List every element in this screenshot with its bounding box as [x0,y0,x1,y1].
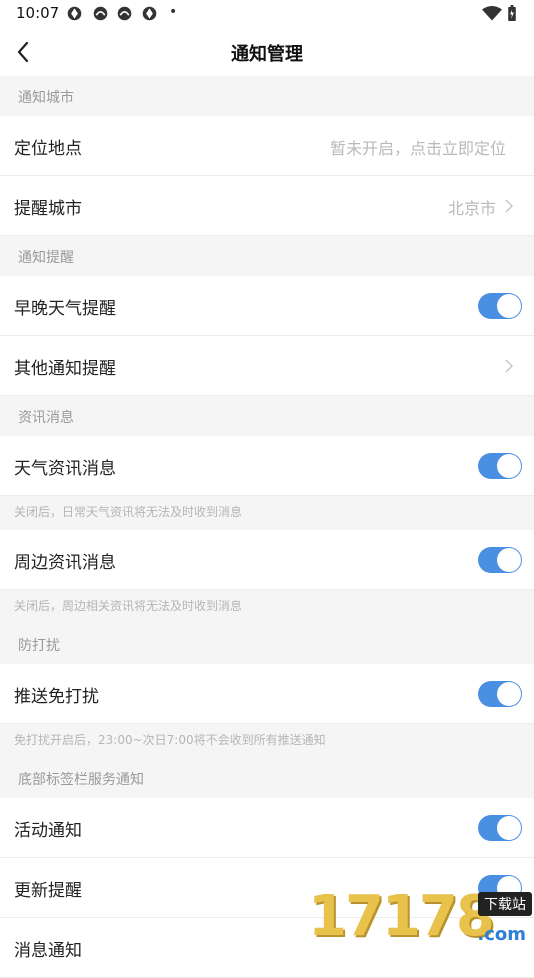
watermark-badge: 下载站 [478,892,532,916]
weather-news-toggle[interactable] [478,453,522,479]
row-nearby-news: 周边资讯消息 [0,530,534,590]
top-bar: 通知管理 [0,28,534,76]
row-push-dnd: 推送免打扰 [0,664,534,724]
status-dot: • [169,4,178,20]
chevron-right-icon [505,359,514,373]
notification-icon [67,6,82,21]
push-dnd-toggle[interactable] [478,681,522,707]
toggle-knob [497,682,521,706]
row-label: 消息通知 [14,941,82,961]
watermark-logo: 17178 下载站 .com [306,884,534,950]
toggle-knob [497,548,521,572]
status-bar: 10:07 • [0,0,534,28]
chevron-right-icon [505,199,514,213]
row-label: 定位地点 [14,139,82,159]
weather-reminder-toggle[interactable] [478,293,522,319]
settings-list: 通知城市 定位地点 暂未开启，点击立即定位 提醒城市 北京市 通知提醒 早晚天气… [0,76,534,978]
activity-toggle[interactable] [478,815,522,841]
toggle-knob [497,294,521,318]
notification-icon [142,6,157,21]
toggle-knob [497,816,521,840]
battery-icon [508,5,516,22]
section-header-news: 资讯消息 [0,396,534,436]
row-other-reminder[interactable]: 其他通知提醒 [0,336,534,396]
row-activity: 活动通知 [0,798,534,858]
section-header-dnd: 防打扰 [0,624,534,664]
row-label: 早晚天气提醒 [14,299,116,319]
row-label: 周边资讯消息 [14,553,116,573]
row-label: 天气资讯消息 [14,459,116,479]
push-dnd-note: 免打扰开启后，23:00~次日7:00将不会收到所有推送通知 [0,724,534,758]
section-header-notify-city: 通知城市 [0,76,534,116]
nearby-news-note: 关闭后，周边相关资讯将无法及时收到消息 [0,590,534,624]
row-weather-news: 天气资讯消息 [0,436,534,496]
row-label: 活动通知 [14,821,82,841]
row-label: 推送免打扰 [14,687,99,707]
section-header-tab-services: 底部标签栏服务通知 [0,758,534,798]
row-label: 其他通知提醒 [14,359,116,379]
section-header-notify-reminder: 通知提醒 [0,236,534,276]
wifi-icon [482,6,502,21]
status-time: 10:07 [16,4,60,22]
row-label: 提醒城市 [14,199,82,219]
location-status-value: 暂未开启，点击立即定位 [329,139,506,158]
watermark-suffix: .com [477,924,526,945]
page-title: 通知管理 [231,44,303,65]
row-label: 更新提醒 [14,881,82,901]
notification-icon [93,6,108,21]
row-reminder-city[interactable]: 提醒城市 北京市 [0,176,534,236]
watermark-digits: 17178 [308,884,495,949]
row-location[interactable]: 定位地点 暂未开启，点击立即定位 [0,116,534,176]
nearby-news-toggle[interactable] [478,547,522,573]
weather-news-note: 关闭后，日常天气资讯将无法及时收到消息 [0,496,534,530]
row-weather-reminder: 早晚天气提醒 [0,276,534,336]
reminder-city-value: 北京市 [447,199,496,218]
toggle-knob [497,454,521,478]
notification-icon [117,6,132,21]
